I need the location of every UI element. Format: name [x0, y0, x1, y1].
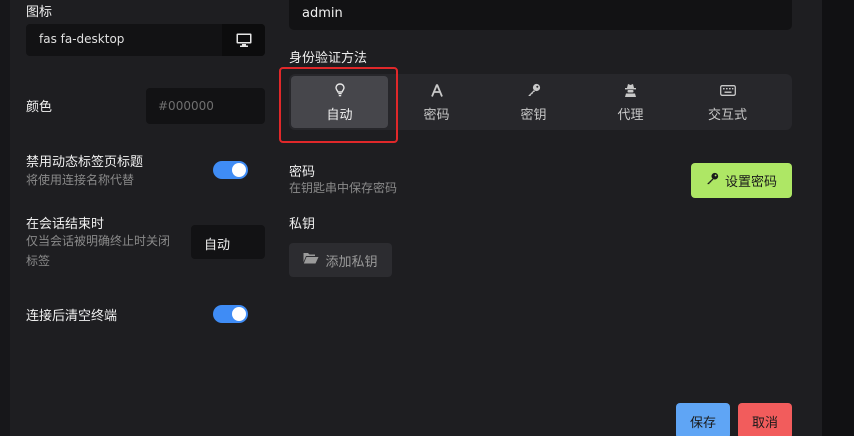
toggle-knob — [232, 307, 246, 321]
clear-terminal-toggle[interactable] — [213, 305, 248, 323]
clear-terminal-label: 连接后清空终端 — [26, 309, 118, 324]
session-end-desc-line2: 标签 — [26, 254, 51, 268]
auth-option-agent[interactable]: 代理 — [582, 76, 679, 128]
session-end-label: 在会话结束时 — [26, 217, 105, 232]
auth-option-password[interactable]: 密码 — [388, 76, 485, 128]
auth-option-interactive[interactable]: 交互式 — [679, 76, 776, 128]
session-end-select-value: 自动 — [204, 238, 231, 253]
set-password-button[interactable]: 设置密码 — [691, 163, 792, 198]
icon-input[interactable]: fas fa-desktop — [26, 24, 265, 56]
color-label: 颜色 — [26, 100, 53, 115]
window-edge-left — [0, 0, 10, 436]
auth-option-label: 代理 — [617, 108, 644, 123]
keyboard-icon — [679, 82, 776, 98]
username-value: admin — [302, 6, 343, 21]
auth-option-label: 密钥 — [520, 108, 547, 123]
user-secret-icon — [582, 82, 679, 98]
auth-option-key[interactable]: 密钥 — [485, 76, 582, 128]
folder-open-icon — [303, 252, 319, 268]
password-desc: 在钥匙串中保存密码 — [289, 181, 398, 195]
session-end-desc-line1: 仅当会话被明确终止时关闭 — [26, 234, 171, 248]
auth-option-label: 交互式 — [707, 108, 747, 123]
disable-tab-title-toggle[interactable] — [213, 161, 248, 179]
toggle-knob — [232, 163, 246, 177]
auth-method-label: 身份验证方法 — [289, 51, 368, 66]
color-input[interactable]: #000000 — [146, 88, 265, 124]
add-private-key-label: 添加私钥 — [325, 254, 378, 270]
save-button[interactable]: 保存 — [676, 403, 730, 436]
auth-option-label: 密码 — [423, 108, 450, 123]
color-input-placeholder: #000000 — [158, 99, 214, 113]
disable-tab-title-desc: 将使用连接名称代替 — [26, 173, 135, 187]
disable-tab-title-label: 禁用动态标签页标题 — [26, 155, 144, 170]
settings-panel — [10, 0, 822, 436]
key-icon — [706, 172, 719, 189]
desktop-icon[interactable] — [222, 24, 265, 56]
session-end-select[interactable]: 自动 — [191, 225, 265, 259]
private-key-label: 私钥 — [289, 217, 316, 232]
add-private-key-button[interactable]: 添加私钥 — [289, 243, 392, 277]
icon-input-value: fas fa-desktop — [39, 32, 125, 46]
selection-highlight — [279, 67, 398, 143]
set-password-label: 设置密码 — [724, 175, 777, 190]
window-edge-right — [822, 0, 854, 436]
font-icon — [388, 82, 485, 98]
username-input[interactable]: admin — [289, 0, 792, 30]
cancel-button[interactable]: 取消 — [738, 403, 792, 436]
icon-label: 图标 — [26, 5, 53, 20]
key-icon — [485, 82, 582, 98]
